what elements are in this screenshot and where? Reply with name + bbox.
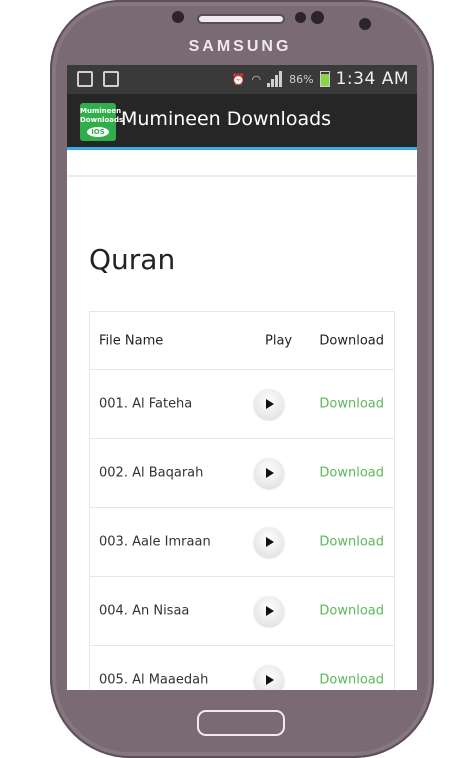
- table-row: 003. Aale Imraan Download: [90, 508, 394, 577]
- battery-percent: 86%: [289, 72, 314, 86]
- download-link[interactable]: Download: [319, 397, 384, 412]
- play-icon: [266, 537, 274, 547]
- header-file-name: File Name: [99, 333, 164, 348]
- file-name: 002. Al Baqarah: [99, 465, 204, 481]
- play-icon: [266, 675, 274, 685]
- download-link[interactable]: Download: [319, 673, 384, 688]
- app-logo-badge: IOS: [87, 127, 109, 137]
- app-logo-text: Mumineen Downloads: [80, 107, 124, 124]
- image-icon: [77, 71, 93, 87]
- earpiece-speaker: [197, 14, 285, 24]
- bag-icon: [103, 71, 119, 87]
- battery-icon: [319, 71, 330, 87]
- alarm-icon: ⏰: [231, 72, 246, 86]
- brand-logo: SAMSUNG: [188, 38, 292, 55]
- app-logo[interactable]: Mumineen Downloads IOS: [80, 103, 123, 141]
- table-row: 001. Al Fateha Download: [90, 370, 394, 439]
- header-download: Download: [319, 333, 384, 348]
- table-row: 002. Al Baqarah Download: [90, 439, 394, 508]
- sensor-dot: [172, 11, 184, 23]
- wifi-icon: ◠: [251, 72, 262, 86]
- play-icon: [266, 399, 274, 409]
- status-bar: ⏰ ◠ 86% 1:34 AM: [67, 65, 417, 94]
- file-name: 003. Aale Imraan: [99, 534, 211, 550]
- files-table: File Name Play Download 001. Al Fateha D…: [89, 311, 395, 690]
- download-link[interactable]: Download: [319, 466, 384, 481]
- play-button[interactable]: [254, 389, 284, 419]
- light-sensor: [359, 18, 371, 30]
- file-name: 005. Al Maaedah: [99, 672, 209, 688]
- home-button[interactable]: [197, 710, 285, 736]
- file-name: 004. An Nisaa: [99, 603, 190, 619]
- front-camera: [295, 12, 306, 23]
- play-button[interactable]: [254, 665, 284, 690]
- play-button[interactable]: [254, 527, 284, 557]
- app-title: Mumineen Downloads: [121, 108, 332, 130]
- play-button[interactable]: [254, 596, 284, 626]
- signal-icon: [267, 71, 283, 87]
- play-button[interactable]: [254, 458, 284, 488]
- page-title: Quran: [89, 243, 176, 276]
- play-icon: [266, 606, 274, 616]
- file-name: 001. Al Fateha: [99, 396, 193, 412]
- action-bar: Mumineen Downloads IOS Mumineen Download…: [67, 94, 417, 150]
- proximity-sensor: [311, 11, 324, 24]
- divider: [67, 175, 417, 177]
- play-icon: [266, 468, 274, 478]
- download-link[interactable]: Download: [319, 535, 384, 550]
- download-link[interactable]: Download: [319, 604, 384, 619]
- table-header-row: File Name Play Download: [90, 312, 394, 370]
- device-screen: ⏰ ◠ 86% 1:34 AM Mumineen Downloads IOS M…: [67, 65, 417, 690]
- table-row: 004. An Nisaa Download: [90, 577, 394, 646]
- table-row: 005. Al Maaedah Download: [90, 646, 394, 690]
- clock: 1:34 AM: [335, 69, 409, 89]
- header-play: Play: [265, 333, 293, 348]
